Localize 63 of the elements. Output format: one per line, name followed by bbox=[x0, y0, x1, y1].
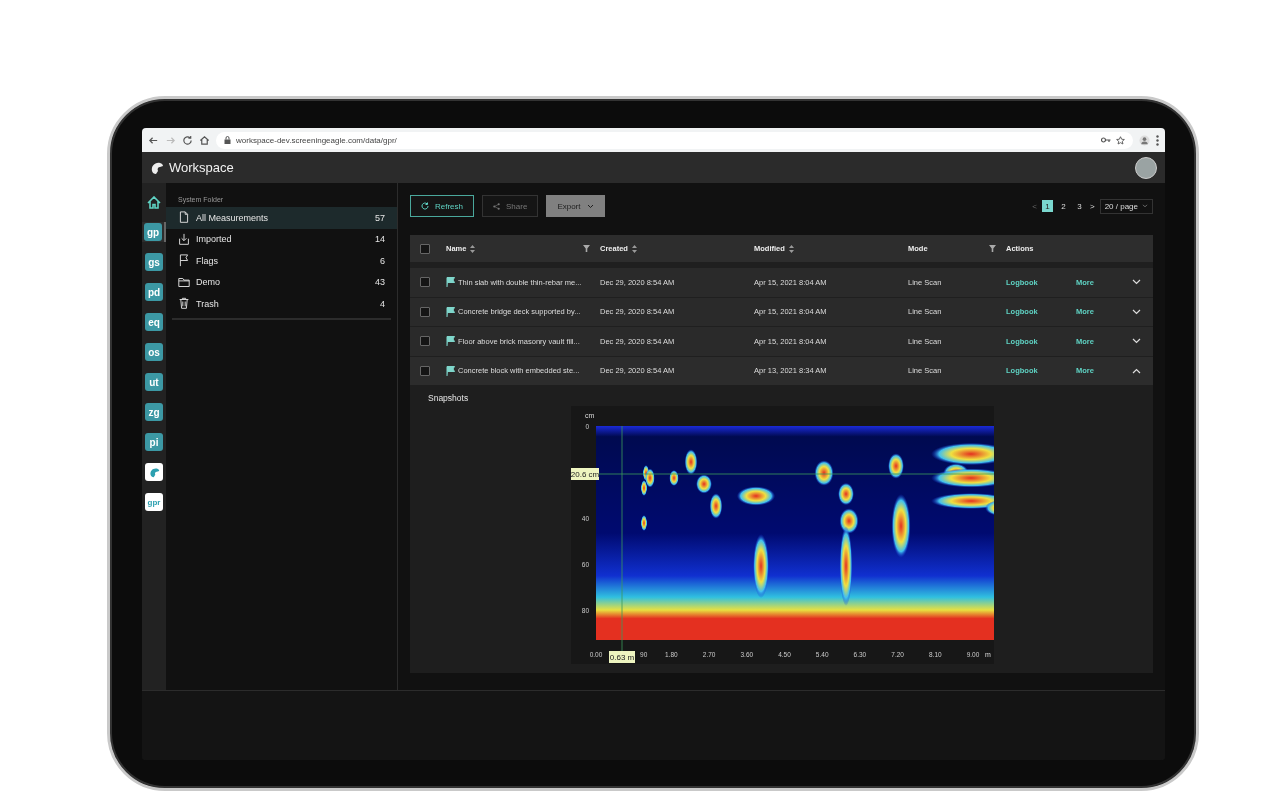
folder-count: 57 bbox=[375, 212, 385, 223]
folder-item[interactable]: All Measurements 57 bbox=[166, 207, 397, 229]
star-icon[interactable] bbox=[1116, 135, 1125, 145]
folder-label: Imported bbox=[196, 234, 232, 245]
folder-label: All Measurements bbox=[196, 212, 269, 223]
file-icon bbox=[178, 211, 190, 225]
folder-label: Flags bbox=[196, 255, 218, 266]
folder-item[interactable]: Imported 14 bbox=[166, 228, 397, 250]
depth-marker-label: 20.6 cm bbox=[571, 468, 600, 480]
home-icon[interactable] bbox=[199, 134, 210, 146]
home-icon bbox=[147, 195, 161, 209]
rail-item[interactable] bbox=[142, 462, 166, 482]
sort-icon[interactable] bbox=[470, 244, 476, 253]
row-checkbox[interactable] bbox=[420, 336, 430, 347]
chevron-icon[interactable] bbox=[1131, 279, 1141, 286]
page-link[interactable]: 1 bbox=[1041, 200, 1053, 212]
panel-title: Snapshots bbox=[428, 393, 470, 403]
cursor-line[interactable] bbox=[621, 425, 623, 652]
distance-marker-label: 0.63 m bbox=[609, 651, 635, 663]
next-page-button[interactable]: > bbox=[1089, 201, 1095, 211]
chevron-icon[interactable] bbox=[1131, 367, 1141, 374]
folder-label: Demo bbox=[196, 277, 220, 288]
avatar[interactable] bbox=[1135, 156, 1157, 179]
folder-count: 43 bbox=[375, 277, 385, 288]
row-checkbox[interactable] bbox=[420, 365, 430, 376]
page-size-select[interactable]: 20 / page bbox=[1099, 198, 1153, 214]
caret-icon bbox=[586, 203, 594, 209]
eagle-logo-icon bbox=[150, 160, 164, 175]
address-bar[interactable]: workspace-dev.screeningeagle.com/data/gpr/ bbox=[216, 131, 1133, 149]
key-icon[interactable] bbox=[1101, 136, 1111, 144]
trash-icon bbox=[178, 297, 190, 311]
refresh-button[interactable]: Refresh bbox=[410, 195, 474, 217]
filter-icon[interactable] bbox=[583, 245, 590, 252]
refresh-icon bbox=[421, 202, 429, 210]
folder-count: 4 bbox=[380, 298, 385, 309]
folder-item[interactable]: Demo 43 bbox=[166, 271, 397, 293]
chevron-icon[interactable] bbox=[1131, 338, 1141, 345]
row-checkbox[interactable] bbox=[420, 277, 430, 288]
share-icon bbox=[493, 202, 500, 210]
import-icon bbox=[178, 232, 190, 246]
select-all-checkbox[interactable] bbox=[420, 243, 430, 254]
sort-icon[interactable] bbox=[631, 244, 637, 253]
folder-label: Trash bbox=[196, 298, 219, 309]
filter-icon[interactable] bbox=[989, 245, 996, 252]
folder-count: 14 bbox=[375, 234, 385, 245]
folder-item[interactable]: Trash 4 bbox=[166, 293, 397, 315]
reload-icon[interactable] bbox=[182, 134, 193, 146]
chevron-icon[interactable] bbox=[1131, 308, 1141, 315]
folder-icon bbox=[178, 275, 190, 289]
row-checkbox[interactable] bbox=[420, 306, 430, 317]
caret-icon bbox=[1142, 204, 1148, 208]
folder-count: 6 bbox=[380, 255, 385, 266]
app-title: Workspace bbox=[169, 160, 234, 175]
folder-item[interactable]: Flags 6 bbox=[166, 250, 397, 272]
lock-icon bbox=[224, 136, 231, 144]
sort-icon[interactable] bbox=[788, 244, 794, 253]
page-link[interactable]: 2 bbox=[1057, 200, 1069, 212]
page-link[interactable]: 3 bbox=[1073, 200, 1085, 212]
menu-dots-icon[interactable] bbox=[1156, 134, 1159, 146]
eagle-logo-icon bbox=[148, 466, 160, 478]
url-text: workspace-dev.screeningeagle.com/data/gpr/ bbox=[236, 135, 397, 145]
profile-icon[interactable] bbox=[1139, 134, 1150, 146]
flag-icon bbox=[178, 254, 190, 268]
